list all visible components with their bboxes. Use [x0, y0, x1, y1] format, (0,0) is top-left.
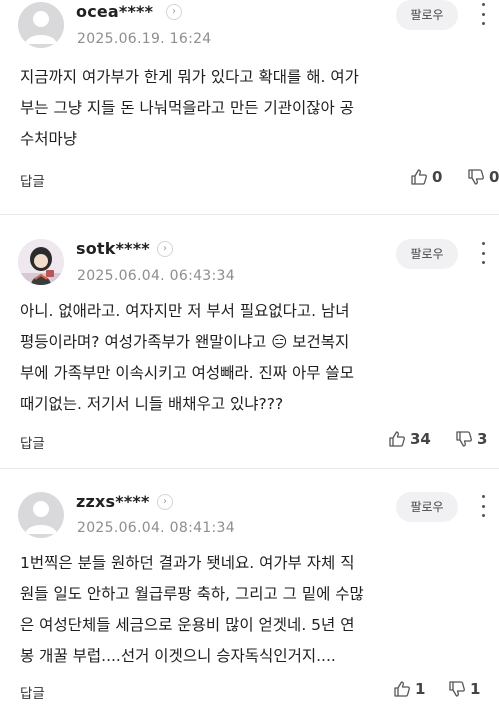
thumbs-down-icon [449, 681, 465, 697]
follow-button[interactable]: 팔로우 [396, 492, 458, 522]
comment-date: 2025.06.04. 08:41:34 [77, 520, 235, 536]
thumbs-up-icon [394, 681, 410, 697]
like-count: 1 [415, 680, 426, 698]
avatar[interactable] [18, 492, 64, 538]
dislike-button[interactable]: 1 [448, 680, 480, 698]
reply-button[interactable]: 답글 [20, 682, 45, 702]
dislike-count: 1 [470, 680, 481, 698]
chevron-right-icon[interactable]: › [157, 494, 173, 510]
default-avatar-icon [25, 501, 57, 534]
comment-item: zzxs**** › 2025.06.04. 08:41:34 팔로우 1번찍은… [0, 0, 499, 712]
like-button[interactable]: 1 [393, 680, 425, 698]
username[interactable]: zzxs**** [76, 492, 150, 511]
more-options-icon[interactable] [480, 495, 486, 517]
comment-text: 1번찍은 분들 원하던 결과가 됏네요. 여가부 자체 직 원들 일도 안하고 … [20, 554, 364, 665]
